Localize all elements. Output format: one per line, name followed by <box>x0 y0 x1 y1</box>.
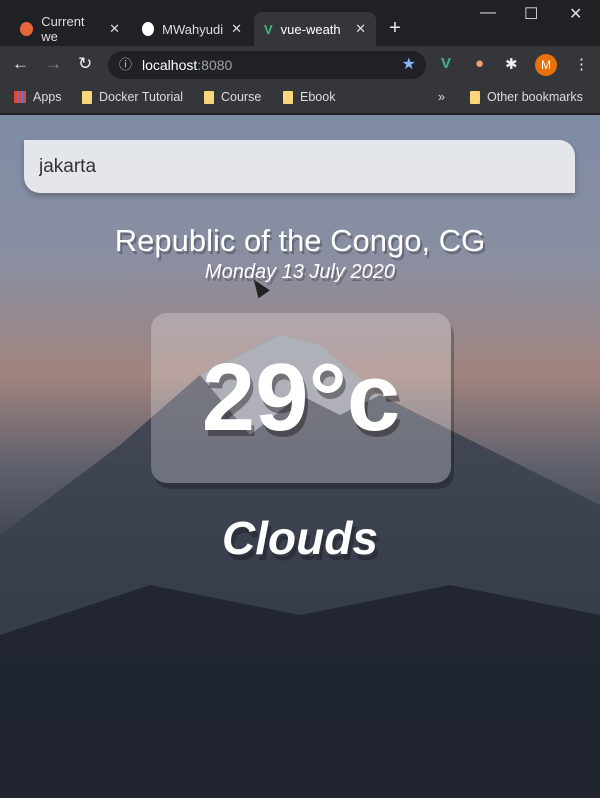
date-label: Monday 13 July 2020 <box>204 261 396 283</box>
tab-title: MWahyudi <box>162 21 224 37</box>
github-icon <box>142 22 155 36</box>
location-name: Republic of the Congo, CG <box>114 223 486 258</box>
maximize-icon[interactable]: ☐ <box>524 4 538 24</box>
folder-icon <box>82 90 92 104</box>
temperature-display: 29°c <box>151 313 451 483</box>
address-bar[interactable]: ⓘ localhost:8080 ★ <box>108 51 426 79</box>
bookmark-label: Ebook <box>300 90 336 104</box>
folder-icon <box>283 90 293 104</box>
extensions-puzzle-icon[interactable]: ✱ <box>505 55 518 73</box>
bookmark-label: Course <box>221 90 262 104</box>
bookmark-other[interactable]: Other bookmarks <box>470 90 583 104</box>
url-host: localhost <box>142 57 198 73</box>
bookmark-star-icon[interactable]: ★ <box>402 51 416 79</box>
bookmarks-overflow[interactable]: » <box>438 90 445 104</box>
tab-github[interactable]: MWahyudi ✕ <box>132 12 252 46</box>
weather-icon <box>20 22 34 36</box>
folder-icon <box>470 90 480 104</box>
url-port: :8080 <box>197 57 233 73</box>
vue-icon: V <box>264 21 273 37</box>
folder-icon <box>204 90 214 104</box>
profile-avatar[interactable]: M <box>535 54 557 76</box>
bookmark-apps[interactable]: Apps <box>14 90 62 104</box>
close-tab-icon[interactable]: ✕ <box>231 21 242 37</box>
vue-devtools-icon[interactable]: V <box>441 55 451 72</box>
back-icon[interactable]: ← <box>12 54 29 74</box>
bookmark-label: Other bookmarks <box>487 90 583 104</box>
info-icon: ⓘ <box>119 57 133 72</box>
forward-icon[interactable]: → <box>45 54 62 74</box>
weather-condition: Clouds <box>222 512 378 564</box>
reload-icon[interactable]: ↻ <box>78 54 92 74</box>
bookmark-ebook[interactable]: Ebook <box>283 90 335 104</box>
new-tab-button[interactable]: + <box>382 16 408 42</box>
toolbar: ← → ↻ ⓘ localhost:8080 ★ V ● ✱ M ⋮ <box>0 46 600 84</box>
tab-vue-weather[interactable]: V vue-weath ✕ <box>254 12 376 46</box>
apps-icon <box>14 91 26 103</box>
close-tab-icon[interactable]: ✕ <box>109 21 120 37</box>
tab-title: Current we <box>41 14 85 44</box>
weather-app: Republic of the Congo, CG Monday 13 July… <box>0 115 600 798</box>
minimize-icon[interactable]: — <box>480 4 496 22</box>
search-input[interactable] <box>24 140 575 193</box>
extension-icon[interactable]: ● <box>475 55 484 72</box>
bookmark-course[interactable]: Course <box>204 90 261 104</box>
menu-icon[interactable]: ⋮ <box>574 55 589 73</box>
bookmarks-bar: Apps Docker Tutorial Course Ebook » Othe… <box>0 84 600 114</box>
close-tab-icon[interactable]: ✕ <box>355 21 366 37</box>
tab-title: vue-weath <box>280 21 341 37</box>
bookmark-label: Apps <box>33 90 62 104</box>
bookmark-docker-tutorial[interactable]: Docker Tutorial <box>82 90 183 104</box>
tab-current-weather[interactable]: Current we ✕ <box>10 12 130 46</box>
bookmark-label: Docker Tutorial <box>99 90 184 104</box>
tab-bar: Current we ✕ MWahyudi ✕ V vue-weath ✕ + … <box>0 0 600 46</box>
close-window-icon[interactable]: ✕ <box>569 4 582 24</box>
